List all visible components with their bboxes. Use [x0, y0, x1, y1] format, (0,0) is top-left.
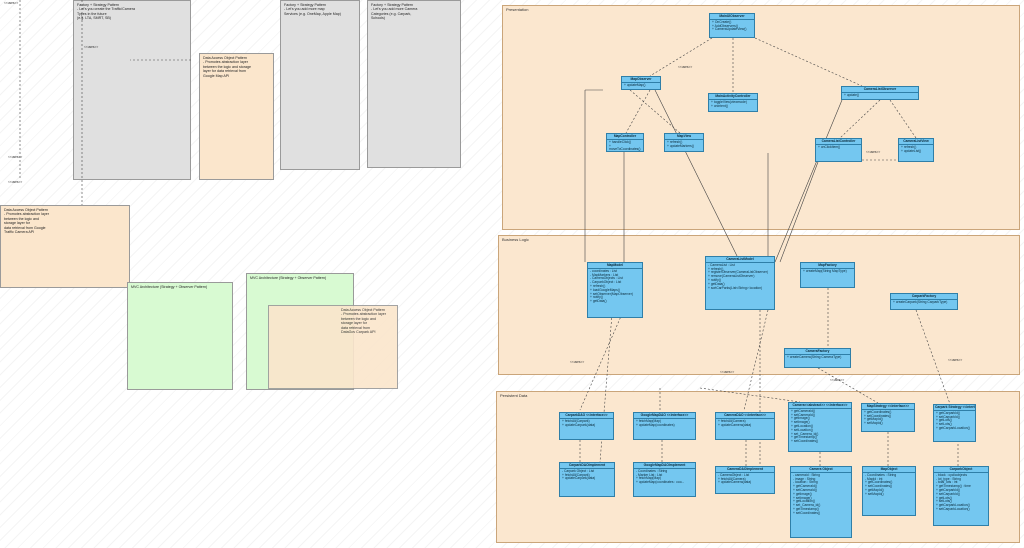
- class-googlemap-dao-impl[interactable]: GoogleMapDAOImplement - Coordinates : St…: [633, 462, 696, 497]
- class-carpark-dao-impl[interactable]: CarparkDAOImplement - Carpark Object : L…: [559, 462, 615, 497]
- note-mvc-1: MVC Architecture (Strategy + Observer Pa…: [127, 282, 233, 390]
- class-googlemap-dao[interactable]: GoogleMapDAO <<interface>> + fetchMap(Ma…: [633, 412, 696, 440]
- class-map-model[interactable]: MapModel - coordinates : List - MapMarke…: [587, 262, 643, 318]
- region-title: Persistent Data: [500, 393, 528, 398]
- class-body: + updateMap(): [624, 82, 646, 87]
- link-label: <<uses>>: [4, 1, 19, 5]
- class-body: - Coordinates : String - Marker List : L…: [636, 468, 685, 485]
- class-body: + createCamera(String CameraType): [787, 354, 842, 359]
- class-carpark-object[interactable]: CarparkObject - block : cyclicobjects - …: [933, 466, 989, 526]
- class-cameralist-model[interactable]: CameraListModel - CameraList : List + re…: [705, 256, 775, 310]
- class-mainui-observer[interactable]: MainUIObserver + OnCreate() + AddObserve…: [709, 13, 755, 38]
- class-body: - cameraid : String - image : String - l…: [793, 472, 821, 515]
- note-dao-traffic-camera: Data Access Object Pattern - Promotes ab…: [0, 205, 130, 288]
- class-body: + getCarparkId() + setCarparkId() + getL…: [936, 410, 970, 430]
- link-label: <<uses>>: [8, 180, 23, 184]
- region-title: Presentation: [506, 7, 529, 12]
- link-label: <<uses>>: [720, 370, 735, 374]
- link-label: <<uses>>: [866, 150, 881, 154]
- class-camera-dao-impl[interactable]: CameraDAOImplement - CameraObject : List…: [715, 466, 775, 494]
- class-body: + fetchMap(Map) + updateMap(coordinates): [636, 418, 675, 427]
- class-map-observer[interactable]: MapObserver + updateMap(): [621, 76, 661, 90]
- class-map-factory[interactable]: MapFactory + createMap(String MapType): [800, 262, 855, 288]
- region-title: Business Logic: [502, 237, 529, 242]
- note-dao-carpark: Data Access Object Pattern - Promotes ab…: [268, 305, 398, 389]
- class-map-controller[interactable]: MapController + handleClick() + moveToCo…: [606, 133, 644, 152]
- note-dao-googlemap: Data Access Object Pattern - Promotes ab…: [199, 53, 274, 180]
- link-label: <<uses>>: [830, 378, 845, 382]
- class-body: + fetchAll(Carpark) + updateCarpark(data…: [562, 418, 596, 427]
- link-label: <<uses>>: [84, 45, 99, 49]
- note-factory-traffic: Factory + Strategy Pattern - Let's you c…: [73, 0, 191, 180]
- class-body: + createCarpark(String CarparkType): [893, 299, 948, 304]
- class-camera-dao[interactable]: CameraDAO <<interface>> + fetchAll(Camer…: [715, 412, 775, 440]
- class-cameralist-view[interactable]: CameraListView + refresh() + updateList(…: [898, 138, 934, 162]
- class-map-strategy[interactable]: MapStrategy <<interface>> + getCoordinat…: [861, 403, 915, 432]
- class-body: - CameraList : List + refresh() + regist…: [708, 262, 769, 290]
- class-body: + update(): [844, 92, 860, 97]
- class-carpark-dao[interactable]: CarparkDAO <<interface>> + fetchAll(Carp…: [559, 412, 614, 440]
- class-body: + OnCreate() + AddObservers() + CameraUp…: [712, 19, 747, 32]
- class-carpark-strategy[interactable]: Carpark Strategy <<interface>> + getCarp…: [933, 404, 976, 442]
- class-body: + handleClick() + moveToCoordinates(): [609, 139, 641, 152]
- class-body: + fetchAll(Camera) + updateCamera(data): [718, 418, 752, 427]
- note-factory-camera: Factory + Strategy Pattern - Let's you a…: [367, 0, 461, 168]
- class-body: - Carpark Object : List + fetchAll(Carpa…: [562, 468, 596, 481]
- link-label: <<uses>>: [948, 358, 963, 362]
- note-factory-map: Factory + Strategy Pattern - Let's you a…: [280, 0, 360, 170]
- class-camera-abstract[interactable]: Camera<<abstract>> <<interface>> + getCa…: [788, 402, 852, 452]
- class-body: + onClickItem(): [818, 144, 841, 149]
- class-body: + toggleView(viewmode) + onIntent(): [711, 99, 747, 108]
- class-body: + refresh() + updateMarkers(): [667, 139, 695, 148]
- class-body: + getCoordinates() + setCoordinates() + …: [864, 409, 892, 426]
- class-camera-object[interactable]: Camera Object - cameraid : String - imag…: [790, 466, 852, 538]
- class-body: - coordinates : List - MapMarkers : List…: [590, 268, 633, 304]
- class-body: - CameraObject : List + fetchAll(Camera)…: [718, 472, 752, 485]
- class-cameralist-controller[interactable]: CameraListController + onClickItem(): [815, 138, 862, 162]
- class-body: + getCameraId() + setCameraId() + getIma…: [791, 408, 819, 444]
- class-map-view[interactable]: MapView + refresh() + updateMarkers(): [664, 133, 704, 152]
- class-camera-factory[interactable]: CameraFactory + createCamera(String Came…: [784, 348, 851, 368]
- region-presentation: Presentation: [502, 5, 1020, 230]
- class-carpark-factory[interactable]: CarparkFactory + createCarpark(String Ca…: [890, 293, 958, 310]
- class-body: + refresh() + updateList(): [901, 144, 922, 153]
- link-label: <<uses>>: [8, 155, 23, 159]
- class-body: + createMap(String MapType): [803, 268, 847, 273]
- class-body: - Coordinates : String - MapId : int + g…: [865, 472, 897, 496]
- class-body: - block : cyclicobjects - lot_type : Str…: [936, 472, 971, 511]
- class-mainactivity-controller[interactable]: MainActivityController + toggleView(view…: [708, 93, 758, 112]
- link-label: <<uses>>: [570, 360, 585, 364]
- link-label: <<uses>>: [678, 65, 693, 69]
- class-cameralist-observer[interactable]: CameraListObserver + update(): [841, 86, 919, 100]
- class-map-object[interactable]: MapObject - Coordinates : String - MapId…: [862, 466, 916, 516]
